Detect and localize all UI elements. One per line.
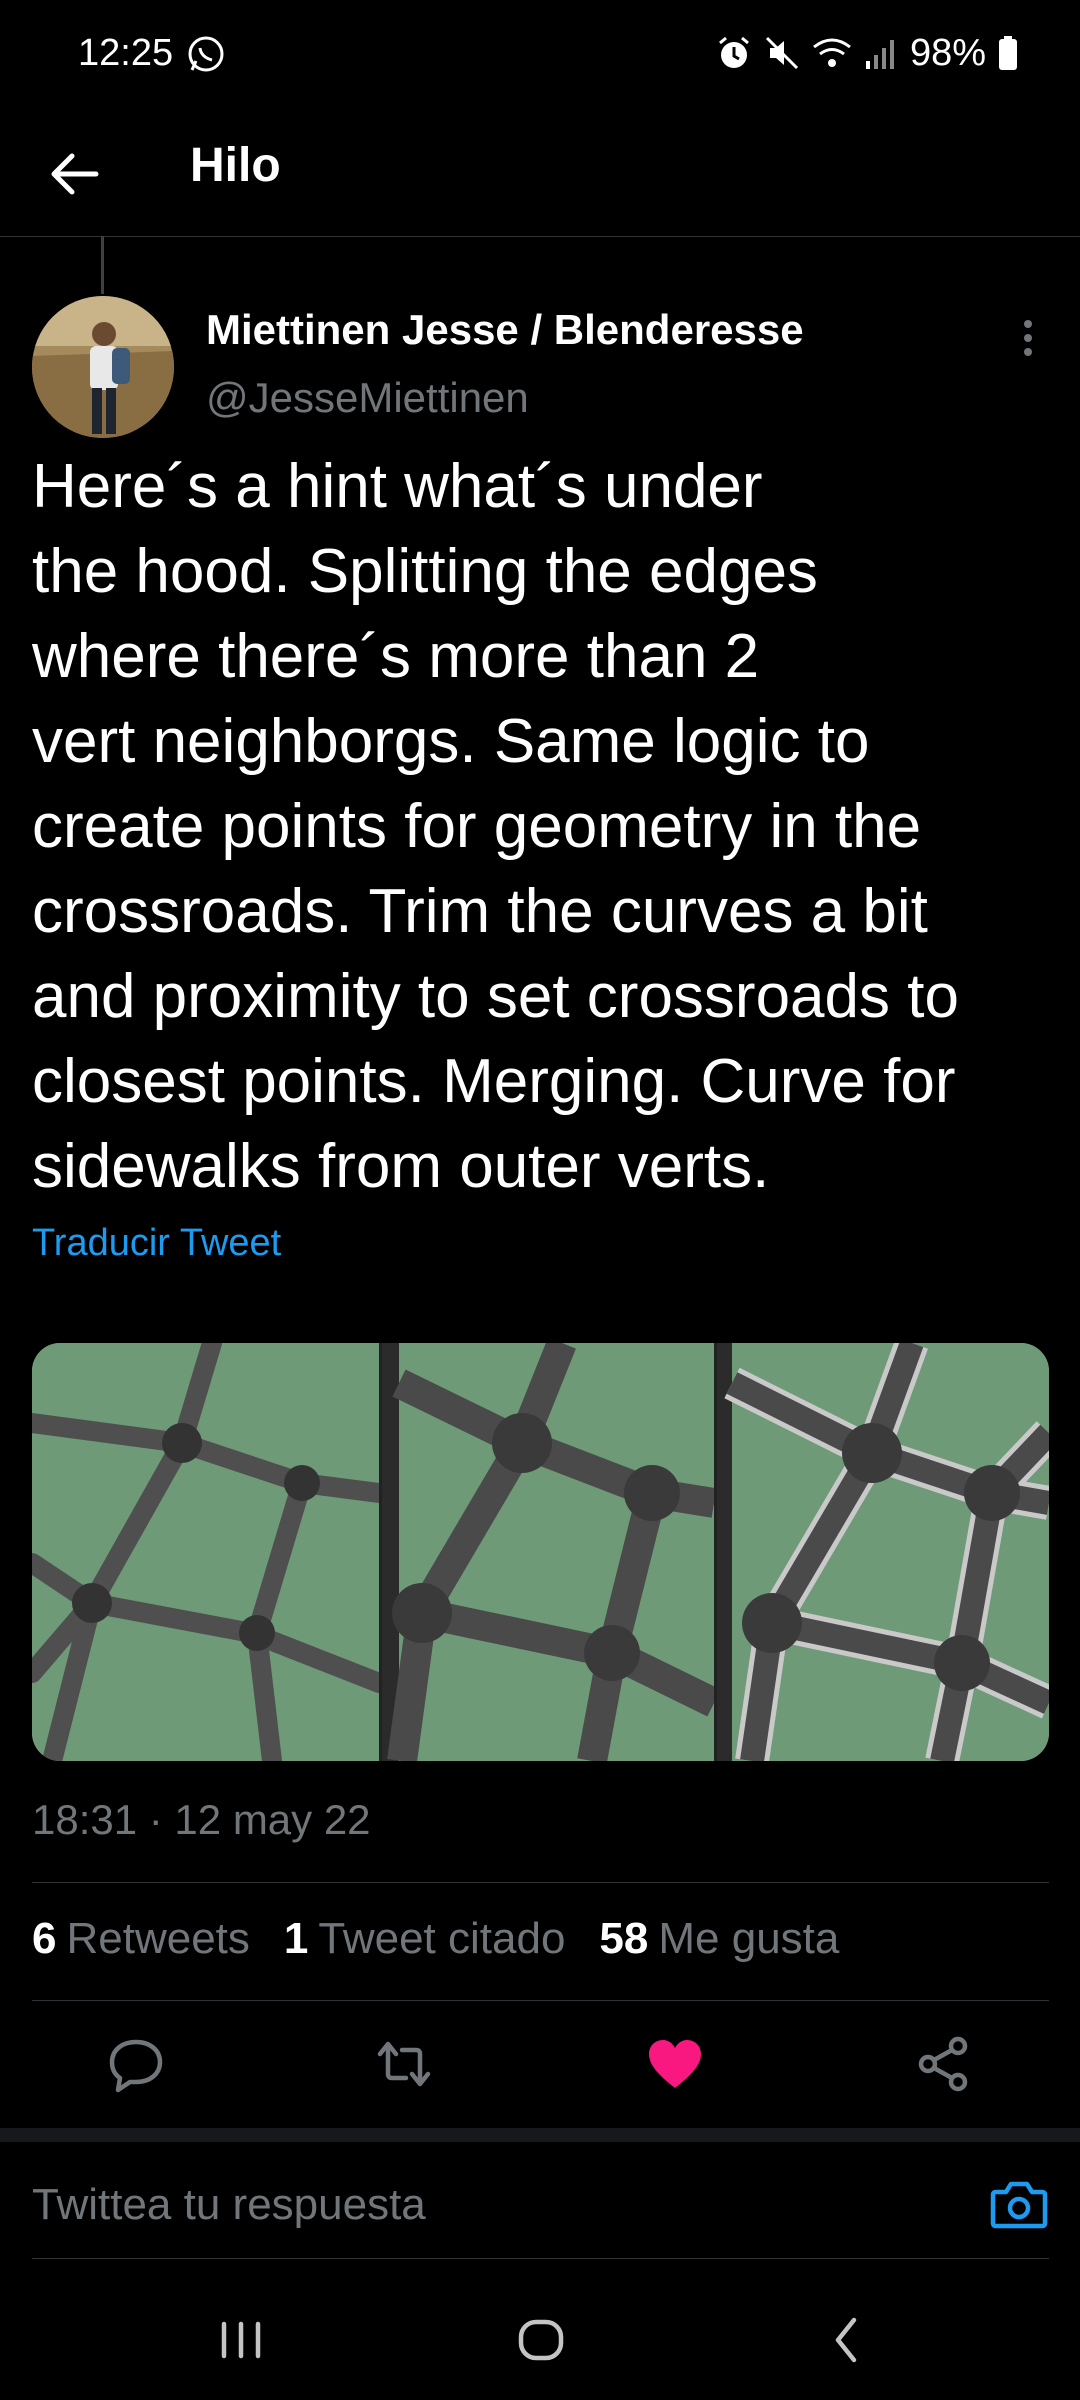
author-handle[interactable]: @JesseMiettinen [206,374,529,422]
tweet-timestamp: 18:31 · 12 may 22 [32,1796,371,1843]
page-title: Hilo [190,139,281,192]
reply-icon[interactable] [106,2034,166,2094]
section-divider [0,2128,1080,2142]
divider [32,2258,1049,2259]
tweet-text: Here´s a hint what´s under the hood. Spl… [32,452,959,1201]
avatar[interactable] [32,296,174,438]
signal-icon [865,40,894,69]
status-bar: 12:25 98% [0,0,1080,110]
likes-stat[interactable]: 58 Me gusta [599,1914,839,1964]
status-time: 12:25 [78,32,174,74]
recent-apps-icon[interactable] [216,2310,266,2370]
mute-icon [765,36,798,70]
camera-icon[interactable] [990,2178,1048,2230]
reply-input[interactable]: Twittea tu respuesta [32,2180,426,2230]
tweet-media-image[interactable] [32,1343,1049,1761]
wifi-icon [813,38,851,67]
quotes-stat[interactable]: 1 Tweet citado [284,1914,566,1964]
divider [32,2000,1049,2001]
app-bar: Hilo [0,110,1080,237]
arrow-left-icon[interactable] [46,150,102,198]
media-panel-3 [717,1343,1049,1761]
retweets-stat[interactable]: 6 Retweets [32,1914,250,1964]
more-options-icon[interactable] [1010,316,1046,360]
share-icon[interactable] [914,2034,974,2094]
author-name[interactable]: Miettinen Jesse / Blenderesse [206,306,804,354]
alarm-icon [718,36,749,68]
divider [32,1882,1049,1883]
thread-line [101,236,104,294]
media-panel-1 [32,1343,389,1761]
retweet-icon[interactable] [374,2034,434,2094]
battery-icon [999,36,1017,70]
tweet-stats: 6 Retweets 1 Tweet citado 58 Me gusta [32,1914,839,1964]
back-nav-icon[interactable] [826,2310,866,2370]
battery-percent: 98% [909,31,986,74]
translate-tweet-link[interactable]: Traducir Tweet [32,1222,281,1265]
like-icon[interactable] [645,2034,705,2094]
media-panel-2 [382,1343,721,1761]
home-icon[interactable] [516,2310,566,2370]
whatsapp-icon [188,36,224,72]
